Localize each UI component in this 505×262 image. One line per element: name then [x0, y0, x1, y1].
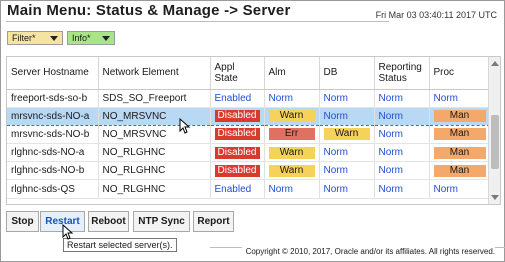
server-timestamp: Fri Mar 03 03:40:11 2017 UTC: [375, 10, 497, 20]
column-header-proc[interactable]: Proc: [429, 57, 491, 90]
cell-appl-state[interactable]: Disabled: [210, 125, 265, 145]
table-row[interactable]: mrsvnc-sds-NO-a NO_MRSVNC Disabled Warn Norm…: [7, 106, 491, 126]
server-table-container: Server Hostname Network Element Appl Sta…: [6, 56, 501, 205]
cell-hostname[interactable]: mrsvnc-sds-NO-a: [7, 106, 99, 126]
cell-hostname[interactable]: rlghnc-sds-NO-a: [7, 143, 99, 163]
status-badge: Err: [268, 128, 315, 141]
cell-db[interactable]: Norm: [319, 161, 375, 181]
cell-db[interactable]: Norm: [319, 179, 375, 199]
scroll-up-arrow-icon[interactable]: [491, 61, 499, 66]
scrollbar-thumb[interactable]: [491, 115, 499, 169]
info-dropdown[interactable]: Info*: [67, 31, 115, 45]
table-row[interactable]: rlghnc-sds-QS NO_RLGHNC Enabled Norm Norm Nor…: [7, 179, 491, 199]
cell-reporting-status[interactable]: Norm: [374, 106, 430, 126]
copyright-notice: Copyright © 2010, 2017, Oracle and/or it…: [241, 247, 495, 256]
restart-tooltip: Restart selected server(s).: [63, 238, 177, 252]
cell-alm[interactable]: Warn: [264, 143, 320, 163]
server-table: Server Hostname Network Element Appl Sta…: [7, 57, 491, 199]
status-badge: Warn: [323, 128, 370, 141]
status-badge: Warn: [268, 146, 315, 159]
cell-appl-state[interactable]: Enabled: [210, 179, 265, 199]
chevron-down-icon: [50, 36, 58, 41]
status-badge: Disabled: [214, 164, 260, 177]
cell-network-element[interactable]: SDS_SO_Freeport: [98, 89, 211, 108]
cell-appl-state[interactable]: Disabled: [210, 161, 265, 181]
status-badge: Disabled: [214, 110, 260, 123]
column-header-network-element[interactable]: Network Element: [98, 57, 211, 90]
status-badge: Disabled: [214, 146, 260, 159]
cell-db[interactable]: Norm: [319, 143, 375, 163]
cell-alm[interactable]: Warn: [264, 106, 320, 126]
cell-alm[interactable]: Err: [264, 125, 320, 145]
info-label: Info*: [72, 33, 91, 43]
cell-appl-state[interactable]: Enabled: [210, 89, 265, 108]
column-header-hostname[interactable]: Server Hostname: [7, 57, 99, 90]
status-badge: Warn: [268, 164, 315, 177]
cell-db[interactable]: Norm: [319, 106, 375, 126]
cell-network-element[interactable]: NO_RLGHNC: [98, 143, 211, 163]
cell-proc[interactable]: Norm: [429, 179, 491, 199]
status-badge: Man: [433, 128, 486, 141]
page-title: Main Menu: Status & Manage -> Server: [7, 2, 291, 19]
table-header-row: Server Hostname Network Element Appl Sta…: [7, 57, 491, 90]
status-badge: Warn: [268, 110, 315, 123]
column-header-appl-state[interactable]: Appl State: [210, 57, 265, 90]
cell-reporting-status[interactable]: Norm: [374, 161, 430, 181]
cell-reporting-status[interactable]: Norm: [374, 143, 430, 163]
cell-db[interactable]: Warn: [319, 125, 375, 145]
stop-button[interactable]: Stop: [6, 211, 39, 232]
cell-hostname[interactable]: rlghnc-sds-QS: [7, 179, 99, 199]
report-button[interactable]: Report: [193, 211, 234, 232]
cell-alm[interactable]: Warn: [264, 161, 320, 181]
column-header-reporting-status[interactable]: Reporting Status: [374, 57, 430, 90]
cell-reporting-status[interactable]: Norm: [374, 89, 430, 108]
cell-network-element[interactable]: NO_MRSVNC: [98, 106, 211, 126]
cell-appl-state[interactable]: Disabled: [210, 143, 265, 163]
reboot-button[interactable]: Reboot: [88, 211, 129, 232]
cell-alm[interactable]: Norm: [264, 179, 320, 199]
table-row[interactable]: freeport-sds-so-b SDS_SO_Freeport Enabled N…: [7, 89, 491, 108]
hand-pointer-icon: [62, 224, 74, 240]
column-header-alm[interactable]: Alm: [264, 57, 320, 90]
column-header-db[interactable]: DB: [319, 57, 375, 90]
title-divider: [6, 21, 389, 22]
cell-proc[interactable]: Norm: [429, 89, 491, 108]
cell-network-element[interactable]: NO_RLGHNC: [98, 179, 211, 199]
cell-hostname[interactable]: mrsvnc-sds-NO-b: [7, 125, 99, 145]
cell-db[interactable]: Norm: [319, 89, 375, 108]
table-row[interactable]: rlghnc-sds-NO-b NO_RLGHNC Disabled Warn Norm…: [7, 161, 491, 181]
mouse-pointer-icon: [179, 118, 191, 134]
cell-hostname[interactable]: rlghnc-sds-NO-b: [7, 161, 99, 181]
cell-appl-state[interactable]: Disabled: [210, 106, 265, 126]
chevron-down-icon: [102, 36, 110, 41]
cell-proc[interactable]: Man: [429, 161, 491, 181]
cell-proc[interactable]: Man: [429, 106, 491, 126]
cell-alm[interactable]: Norm: [264, 89, 320, 108]
filter-dropdown[interactable]: Filter*: [7, 31, 63, 45]
cell-proc[interactable]: Man: [429, 125, 491, 145]
cell-hostname[interactable]: freeport-sds-so-b: [7, 89, 99, 108]
status-badge: Disabled: [214, 128, 260, 141]
status-badge: Man: [433, 164, 486, 177]
cell-reporting-status[interactable]: Norm: [374, 179, 430, 199]
cell-network-element[interactable]: NO_MRSVNC: [98, 125, 211, 145]
ntp-sync-button[interactable]: NTP Sync: [133, 211, 190, 232]
table-row[interactable]: rlghnc-sds-NO-a NO_RLGHNC Disabled Warn Norm…: [7, 143, 491, 163]
scroll-down-arrow-icon[interactable]: [491, 195, 499, 200]
status-badge: Man: [433, 110, 486, 123]
table-row[interactable]: mrsvnc-sds-NO-b NO_MRSVNC Disabled Err Warn N…: [7, 125, 491, 145]
cell-proc[interactable]: Man: [429, 143, 491, 163]
cell-network-element[interactable]: NO_RLGHNC: [98, 161, 211, 181]
table-scrollbar[interactable]: [488, 57, 500, 204]
status-badge: Man: [433, 146, 486, 159]
filter-label: Filter*: [12, 33, 36, 43]
cell-reporting-status[interactable]: Norm: [374, 125, 430, 145]
